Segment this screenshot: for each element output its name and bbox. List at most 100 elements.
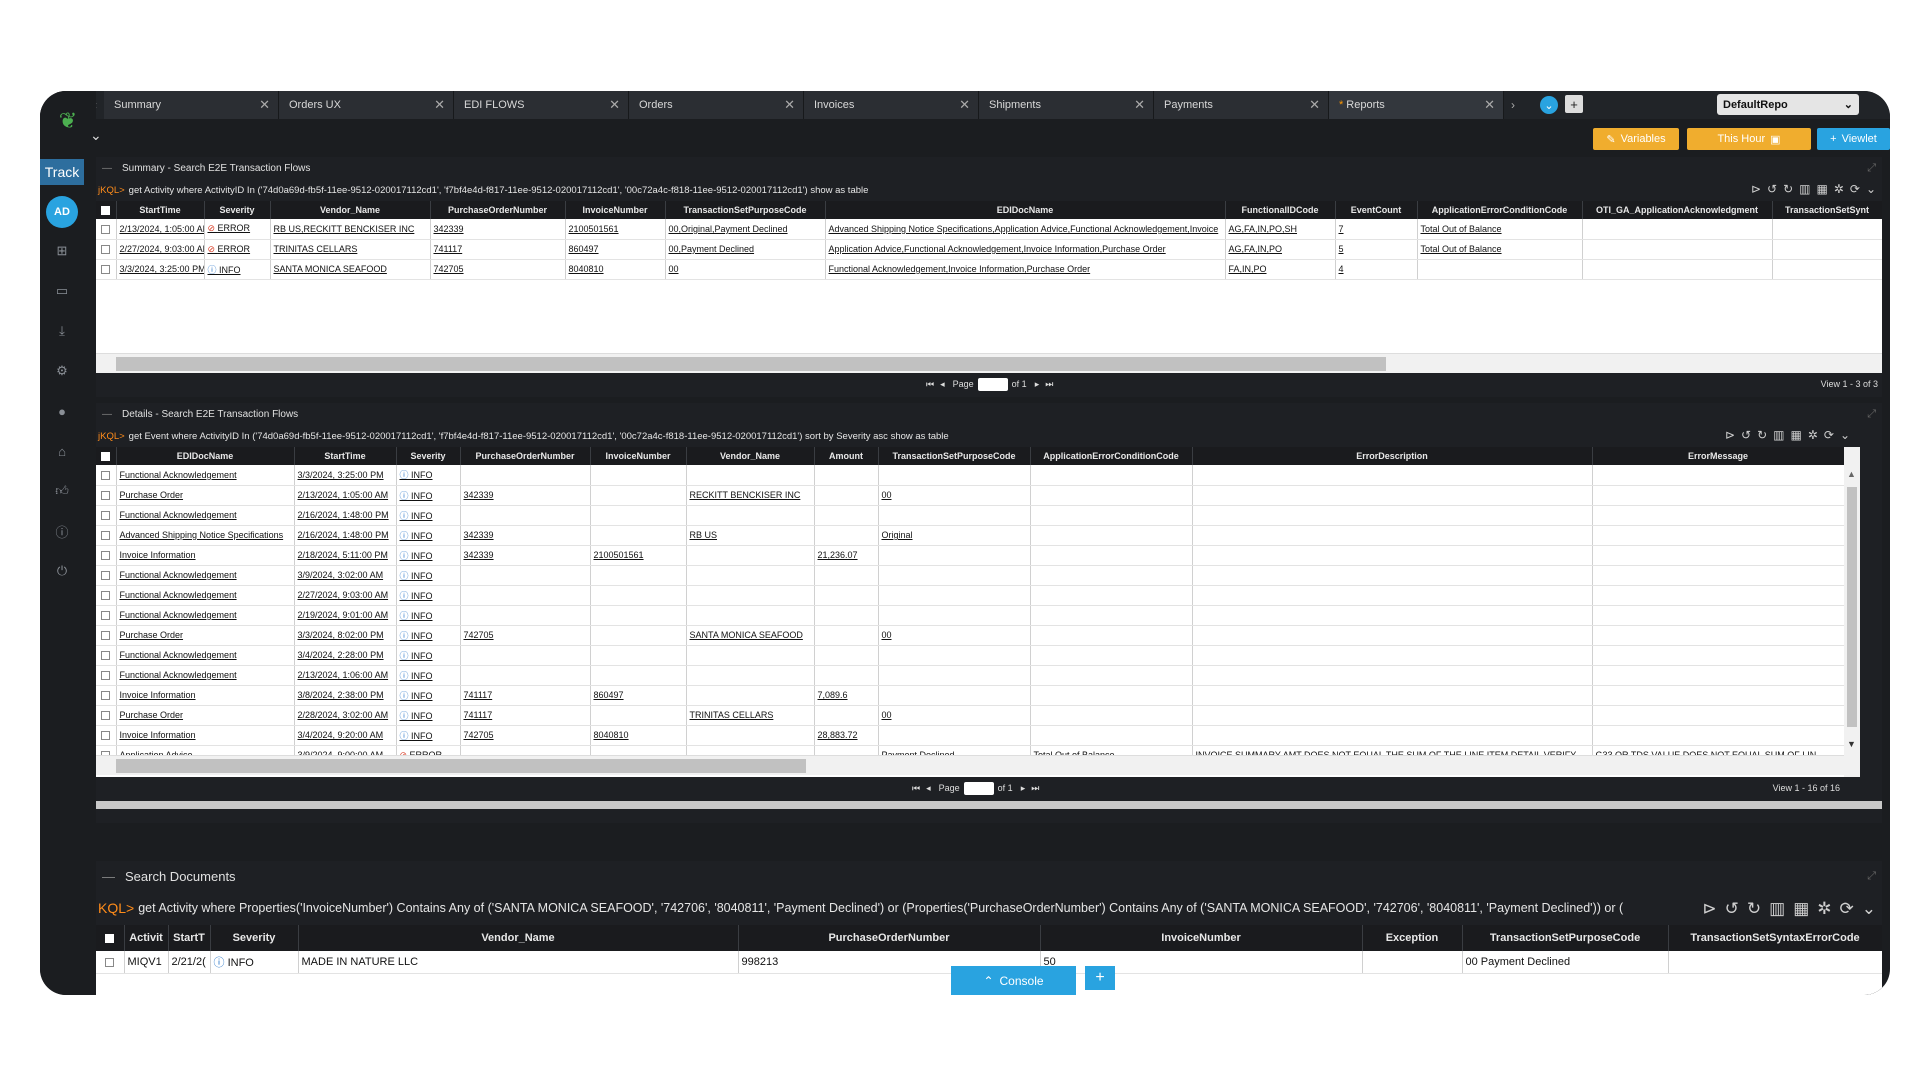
table-cell[interactable]: 860497: [565, 239, 666, 260]
table-cell[interactable]: Application Advice,Functional Acknowledg…: [825, 239, 1226, 260]
row-checkbox[interactable]: [96, 239, 117, 260]
table-cell[interactable]: Total Out of Balance: [1417, 239, 1583, 260]
pager-last-icon[interactable]: ⏭: [1031, 783, 1039, 794]
table-cell[interactable]: Functional Acknowledgement: [116, 665, 295, 686]
query-bar[interactable]: KQL> get Activity where Properties('Invo…: [96, 891, 1882, 925]
table-cell[interactable]: ⓘ INFO: [396, 485, 461, 506]
table-cell[interactable]: 21,236.07: [814, 545, 879, 566]
column-header[interactable]: InvoiceNumber: [1040, 925, 1363, 951]
select-all-checkbox[interactable]: [96, 447, 117, 465]
repo-select[interactable]: DefaultRepo ⌄: [1717, 94, 1859, 115]
tab-scroll-right-icon[interactable]: ›: [1504, 91, 1522, 119]
row-checkbox[interactable]: [96, 725, 117, 746]
undo-icon[interactable]: ↺: [1725, 899, 1739, 919]
pager-last-icon[interactable]: ⏭: [1045, 379, 1053, 390]
column-header[interactable]: Activit: [124, 925, 169, 951]
row-checkbox[interactable]: [96, 951, 125, 974]
collapse-icon[interactable]: —: [102, 869, 115, 884]
expand-icon[interactable]: ⤢: [1867, 162, 1876, 175]
column-header[interactable]: EventCount: [1335, 201, 1418, 219]
table-cell[interactable]: ⓘ INFO: [396, 465, 461, 486]
info-icon[interactable]: ⓘ: [50, 521, 74, 541]
column-header[interactable]: Vendor_Name: [686, 447, 815, 465]
table-cell[interactable]: 2/27/2024, 9:03:00 AM: [116, 239, 205, 260]
table-cell[interactable]: 8040810: [590, 725, 687, 746]
row-checkbox[interactable]: [96, 605, 117, 626]
table-cell[interactable]: 742705: [430, 259, 566, 280]
table-cell[interactable]: 5: [1335, 239, 1418, 260]
calendar-icon[interactable]: ▦: [1793, 899, 1809, 919]
settings-icon[interactable]: ✲: [1817, 899, 1831, 919]
query-bar[interactable]: jKQL> get Event where ActivityID In ('74…: [96, 425, 1856, 447]
query-bar[interactable]: jKQL> get Activity where ActivityID In (…: [96, 179, 1882, 201]
page-input[interactable]: [963, 781, 994, 795]
table-cell[interactable]: Original: [878, 525, 1031, 546]
table-cell[interactable]: SANTA MONICA SEAFOOD: [686, 625, 815, 646]
table-row[interactable]: Functional Acknowledgement 2/27/2024, 9:0…: [96, 585, 1844, 606]
column-header[interactable]: Amount: [814, 447, 879, 465]
thumbs-up-icon[interactable]: 👍︎: [50, 481, 74, 501]
table-cell[interactable]: 8040810: [565, 259, 666, 280]
table-cell[interactable]: ⓘ INFO: [396, 705, 461, 726]
console-button[interactable]: ⌃ Console: [951, 966, 1076, 995]
tab-reports[interactable]: * Reports ✕: [1329, 91, 1504, 119]
table-row[interactable]: Functional Acknowledgement 3/9/2024, 3:02…: [96, 565, 1844, 586]
table-cell[interactable]: 4: [1335, 259, 1418, 280]
row-checkbox[interactable]: [96, 505, 117, 526]
table-cell[interactable]: MIQV1: [124, 951, 169, 974]
close-icon[interactable]: ✕: [959, 97, 970, 113]
row-checkbox[interactable]: [96, 485, 117, 506]
table-cell[interactable]: ⓘ INFO: [396, 665, 461, 686]
close-icon[interactable]: ✕: [1484, 97, 1495, 113]
row-checkbox[interactable]: [96, 525, 117, 546]
table-cell[interactable]: Purchase Order: [116, 625, 295, 646]
table-cell[interactable]: 2/16/2024, 1:48:00 PM: [294, 505, 397, 526]
table-row[interactable]: Purchase Order 3/3/2024, 8:02:00 PM ⓘ INFO…: [96, 625, 1844, 646]
row-checkbox[interactable]: [96, 565, 117, 586]
column-header[interactable]: Vendor_Name: [270, 201, 431, 219]
column-header[interactable]: ErrorMessage: [1592, 447, 1844, 465]
select-all-checkbox[interactable]: [96, 201, 117, 219]
column-header[interactable]: Vendor_Name: [298, 925, 739, 951]
table-cell[interactable]: 2/28/2024, 3:02:00 AM: [294, 705, 397, 726]
console-add-button[interactable]: +: [1085, 966, 1115, 990]
run-query-icon[interactable]: ⊳: [1725, 428, 1735, 442]
column-header[interactable]: OTI_GA_ApplicationAcknowledgment: [1582, 201, 1773, 219]
power-icon[interactable]: ⏻: [50, 561, 74, 581]
table-row[interactable]: Functional Acknowledgement 3/3/2024, 3:25…: [96, 465, 1844, 486]
table-cell[interactable]: SANTA MONICA SEAFOOD: [270, 259, 431, 280]
table-cell[interactable]: Invoice Information: [116, 685, 295, 706]
column-header[interactable]: Severity: [204, 201, 271, 219]
grid-icon[interactable]: ⊞: [50, 241, 74, 261]
monitor-icon[interactable]: ▭: [50, 281, 74, 301]
table-cell[interactable]: 2/21/2(: [168, 951, 211, 974]
table-cell[interactable]: AG,FA,IN,PO: [1225, 239, 1336, 260]
table-cell[interactable]: 741117: [430, 239, 566, 260]
table-cell[interactable]: 2/16/2024, 1:48:00 PM: [294, 525, 397, 546]
row-checkbox[interactable]: [96, 219, 117, 240]
chevron-down-icon[interactable]: ⌄: [1862, 899, 1876, 919]
tab-summary[interactable]: Summary ✕: [104, 91, 279, 119]
horizontal-scrollbar[interactable]: [96, 755, 1844, 775]
table-row[interactable]: Functional Acknowledgement 2/19/2024, 9:0…: [96, 605, 1844, 626]
table-cell[interactable]: 00,Payment Declined: [665, 239, 826, 260]
download-icon[interactable]: ⤓: [50, 321, 74, 341]
table-cell[interactable]: 3/4/2024, 9:20:00 AM: [294, 725, 397, 746]
pager-prev-icon[interactable]: ◂: [940, 379, 945, 390]
viewlet-button[interactable]: + Viewlet: [1817, 128, 1890, 150]
chart-icon[interactable]: ▥: [1769, 899, 1785, 919]
table-cell[interactable]: ⊘ ERROR: [204, 239, 271, 260]
table-cell[interactable]: Purchase Order: [116, 705, 295, 726]
close-icon[interactable]: ✕: [609, 97, 620, 113]
tab-orders[interactable]: Orders ✕: [629, 91, 804, 119]
table-row[interactable]: Invoice Information 3/8/2024, 2:38:00 PM ⓘ…: [96, 685, 1844, 706]
table-cell[interactable]: 7,089.6: [814, 685, 879, 706]
table-cell[interactable]: RECKITT BENCKISER INC: [686, 485, 815, 506]
table-cell[interactable]: 28,883.72: [814, 725, 879, 746]
column-header[interactable]: FunctionalIDCode: [1225, 201, 1336, 219]
table-cell[interactable]: RB US: [686, 525, 815, 546]
table-cell[interactable]: 3/9/2024, 3:02:00 AM: [294, 565, 397, 586]
horizontal-scrollbar[interactable]: [96, 353, 1882, 373]
table-cell[interactable]: 00: [878, 705, 1031, 726]
vertical-scrollbar[interactable]: ▲ ▼: [1844, 447, 1860, 777]
